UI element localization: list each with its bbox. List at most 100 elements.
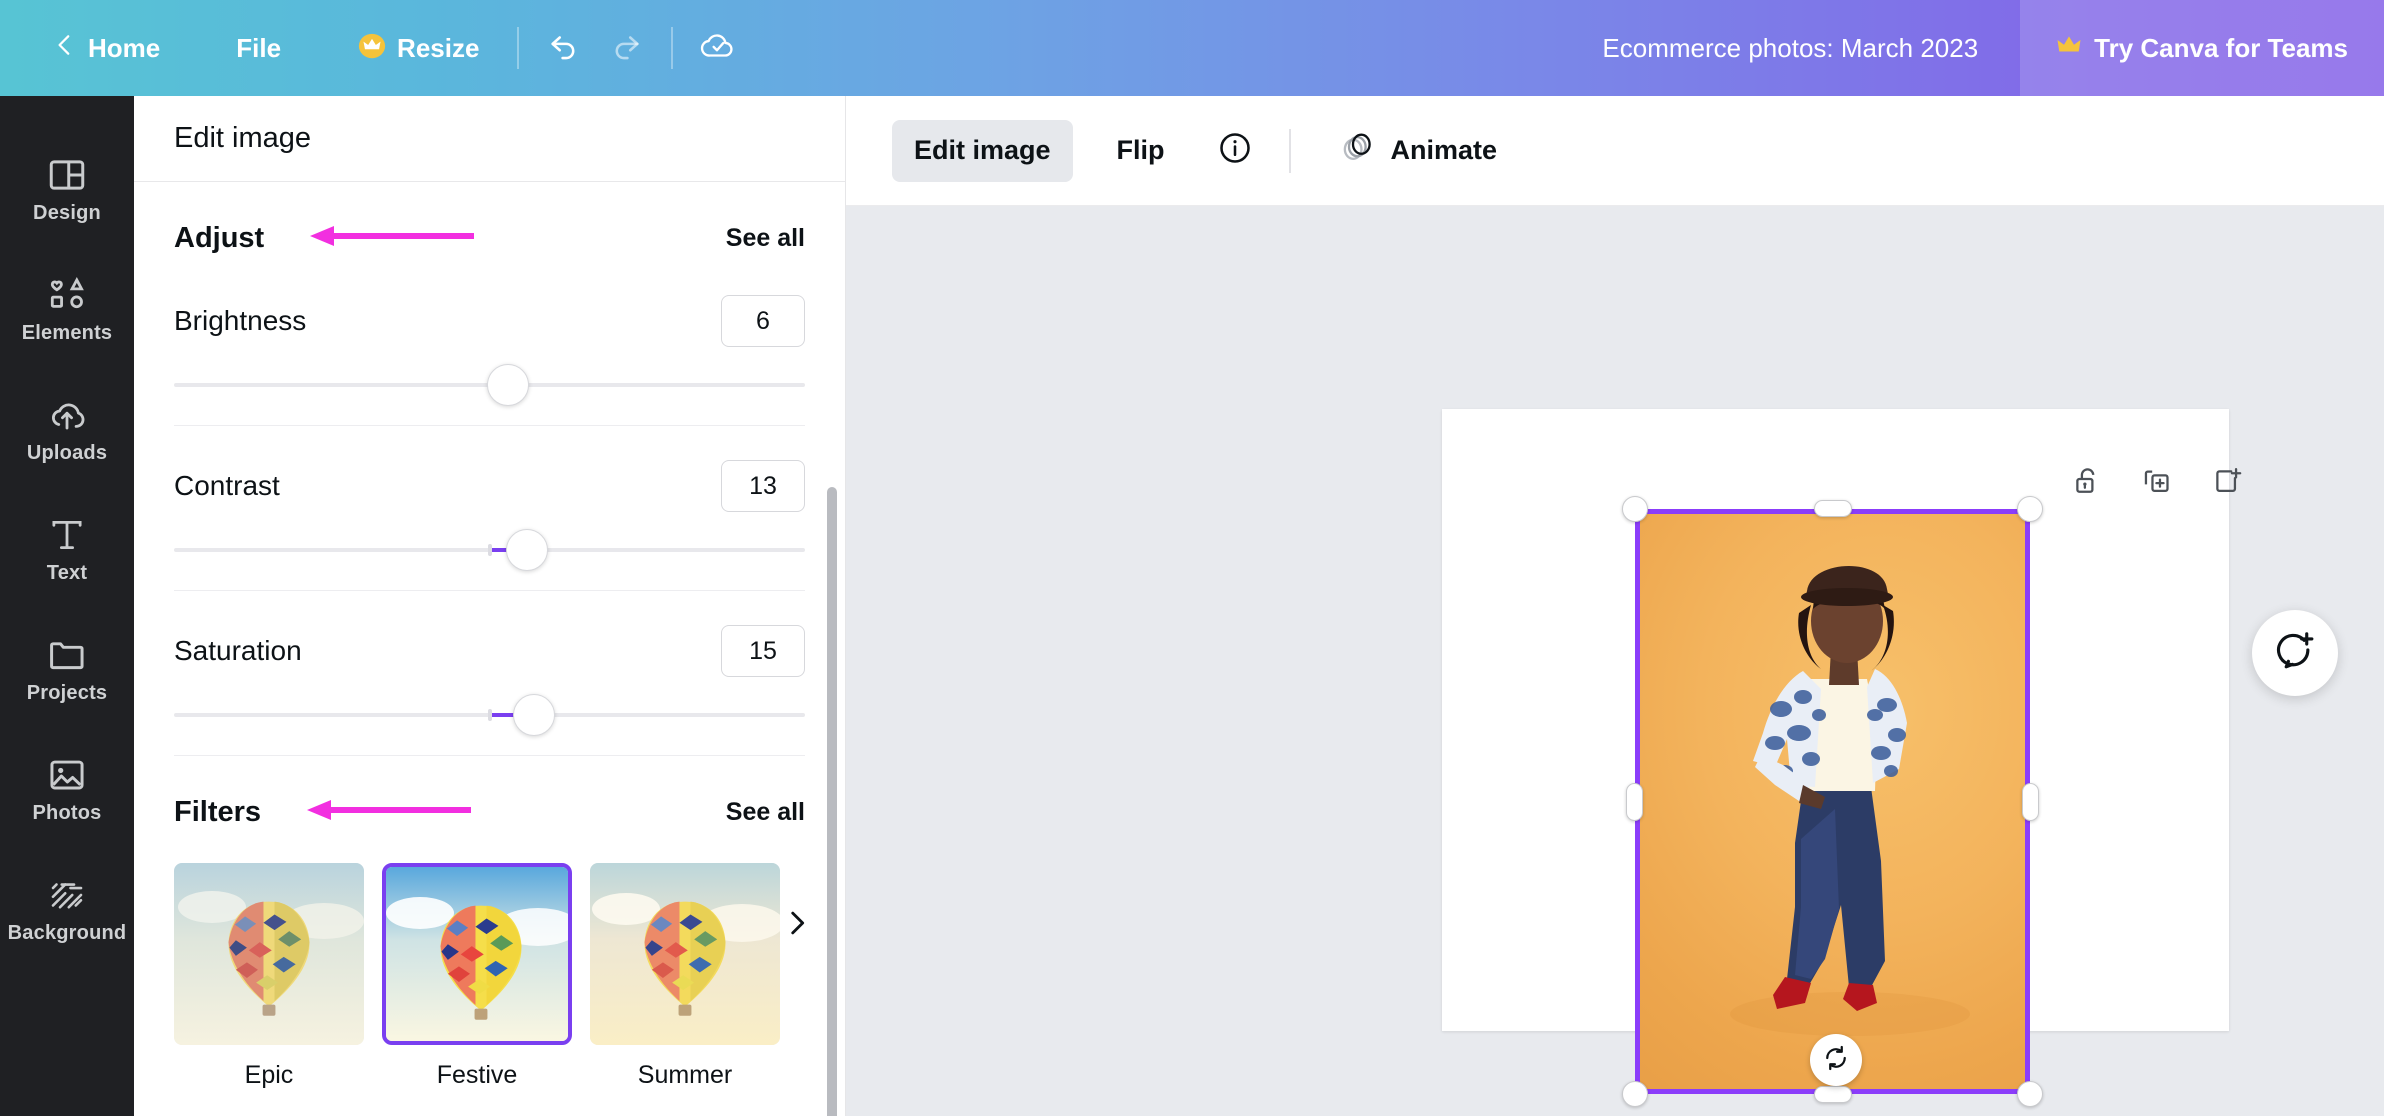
resize-handle-top[interactable] xyxy=(1813,500,1852,517)
chevron-right-icon[interactable] xyxy=(773,899,821,947)
slider-contrast: Contrast 13 xyxy=(174,426,805,578)
sidebar-item-label: Elements xyxy=(21,321,113,344)
animate-label: Animate xyxy=(1390,135,1498,165)
filters-carousel: Epic Festive Summer xyxy=(174,835,805,1090)
toolbar-divider xyxy=(1288,128,1291,173)
resize-handle-right[interactable] xyxy=(2022,782,2039,821)
filters-see-all-link[interactable]: See all xyxy=(726,798,805,827)
sidebar-item-label: Background xyxy=(7,921,127,944)
panel-header: Edit image xyxy=(134,96,845,182)
resize-handle-bottom-left[interactable] xyxy=(1622,1081,1648,1107)
file-menu-button[interactable]: File xyxy=(212,18,305,78)
rotate-icon xyxy=(1821,1043,1851,1078)
chevron-left-icon xyxy=(52,32,78,65)
hatch-background-icon xyxy=(46,874,88,916)
annotation-arrow-filters xyxy=(279,796,473,829)
sidebar-item-label: Uploads xyxy=(26,441,108,464)
annotation-arrow-adjust xyxy=(282,222,476,255)
contrast-value-input[interactable]: 13 xyxy=(721,460,805,512)
slider-saturation: Saturation 15 xyxy=(174,591,805,743)
header-left-group: Home File Resize xyxy=(0,17,749,79)
cloud-check-icon xyxy=(699,27,737,70)
resize-handle-bottom-right[interactable] xyxy=(2017,1081,2043,1107)
adjust-section-header: Adjust See all xyxy=(174,182,805,261)
animate-button[interactable]: Animate xyxy=(1315,120,1520,182)
canva-editor-window: Home File Resize Ecommerce photos: March… xyxy=(0,0,2384,1116)
undo-icon xyxy=(547,29,581,68)
resize-handle-left[interactable] xyxy=(1626,782,1643,821)
selected-image-element[interactable] xyxy=(1622,496,2043,1107)
folder-icon xyxy=(46,634,88,676)
sidebar-item-background[interactable]: Background xyxy=(8,850,126,968)
duplicate-page-button[interactable] xyxy=(2128,454,2186,512)
redo-button[interactable] xyxy=(595,17,657,79)
sidebar-item-photos[interactable]: Photos xyxy=(8,730,126,848)
header-divider-2 xyxy=(671,27,674,69)
home-button[interactable]: Home xyxy=(28,18,184,78)
brightness-value-input[interactable]: 6 xyxy=(721,295,805,347)
brightness-slider[interactable] xyxy=(174,357,805,413)
saturation-slider[interactable] xyxy=(174,687,805,743)
undo-button[interactable] xyxy=(533,17,595,79)
resize-button[interactable]: Resize xyxy=(333,18,503,78)
filters-title: Filters xyxy=(174,796,262,828)
object-toolbar: Edit image Flip Animate xyxy=(846,96,2384,206)
add-comment-button[interactable] xyxy=(2252,610,2338,696)
left-rail: Design Elements Uploads Text Projects Ph… xyxy=(0,96,134,1116)
add-page-button[interactable] xyxy=(2198,454,2256,512)
document-title[interactable]: Ecommerce photos: March 2023 xyxy=(1602,33,2020,64)
scrollbar-thumb[interactable] xyxy=(827,487,837,1116)
filter-thumbnail xyxy=(382,863,572,1045)
sidebar-item-projects[interactable]: Projects xyxy=(8,610,126,728)
add-comment-icon xyxy=(2273,629,2317,678)
contrast-slider[interactable] xyxy=(174,522,805,578)
filter-card-festive[interactable]: Festive xyxy=(382,863,572,1090)
crown-icon xyxy=(357,31,387,66)
sidebar-item-elements[interactable]: Elements xyxy=(8,250,126,368)
resize-handle-top-right[interactable] xyxy=(2017,496,2043,522)
saturation-value-input[interactable]: 15 xyxy=(721,625,805,677)
sidebar-item-label: Text xyxy=(46,561,88,584)
slider-knob[interactable] xyxy=(512,694,555,736)
edit-image-tool-label: Edit image xyxy=(914,135,1051,165)
slider-intensity: Intensity 32 xyxy=(174,1090,805,1116)
flip-tool-label: Flip xyxy=(1116,135,1165,165)
sidebar-item-text[interactable]: Text xyxy=(8,490,126,608)
resize-handle-bottom[interactable] xyxy=(1813,1086,1852,1103)
adjust-see-all-link[interactable]: See all xyxy=(726,224,805,253)
filter-card-epic[interactable]: Epic xyxy=(174,863,364,1090)
panel-scrollbar[interactable] xyxy=(827,182,837,1116)
resize-handle-top-left[interactable] xyxy=(1622,496,1648,522)
lock-page-button[interactable] xyxy=(2058,454,2116,512)
try-canva-for-teams-button[interactable]: Try Canva for Teams xyxy=(2020,0,2384,96)
text-t-icon xyxy=(46,514,88,556)
model-photo[interactable] xyxy=(1635,509,2030,1094)
page-tools-group xyxy=(2058,454,2256,512)
slider-knob[interactable] xyxy=(506,529,549,571)
filter-label: Summer xyxy=(637,1061,733,1089)
filter-card-summer[interactable]: Summer xyxy=(590,863,780,1090)
editor-body: Design Elements Uploads Text Projects Ph… xyxy=(0,96,2384,1116)
top-header-bar: Home File Resize Ecommerce photos: March… xyxy=(0,0,2384,96)
slider-knob[interactable] xyxy=(487,364,530,406)
shapes-elements-icon xyxy=(46,274,88,316)
main-area: Edit image Flip Animate xyxy=(846,96,2384,1116)
sidebar-item-label: Projects xyxy=(26,681,108,704)
lock-open-icon xyxy=(2070,464,2104,503)
saved-status-button[interactable] xyxy=(687,17,749,79)
edit-image-tool-button[interactable]: Edit image xyxy=(892,119,1073,182)
sidebar-item-design[interactable]: Design xyxy=(8,130,126,248)
photo-icon xyxy=(46,754,88,796)
header-right-group: Ecommerce photos: March 2023 Try Canva f… xyxy=(1602,0,2384,96)
edit-image-panel: Edit image Adjust See all Brightness 6 C… xyxy=(134,96,846,1116)
teams-label: Try Canva for Teams xyxy=(2094,32,2348,63)
slider-midpoint-marker xyxy=(487,544,492,556)
sidebar-item-uploads[interactable]: Uploads xyxy=(8,370,126,488)
flip-tool-button[interactable]: Flip xyxy=(1095,120,1187,182)
canvas-area[interactable] xyxy=(846,206,2384,1116)
rotate-handle[interactable] xyxy=(1809,1034,1862,1086)
filters-section-header: Filters See all xyxy=(174,756,805,835)
slider-label: Brightness xyxy=(174,305,307,336)
info-button[interactable] xyxy=(1205,121,1265,181)
cloud-upload-icon xyxy=(46,394,88,436)
